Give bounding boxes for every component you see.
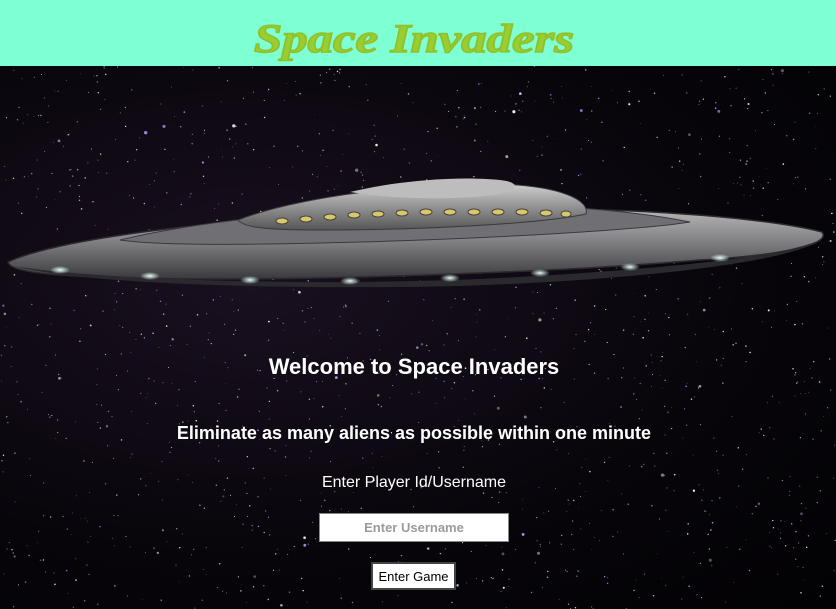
ufo-icon	[7, 178, 824, 288]
tagline-text: Eliminate as many aliens as possible wit…	[176, 423, 652, 443]
username-label-text: Enter Player Id/Username	[321, 474, 507, 491]
username-input[interactable]	[319, 513, 509, 542]
enter-game-button[interactable]: Enter Game	[371, 562, 456, 590]
page: Space Invaders Welcome to Space Invaders…	[0, 0, 836, 609]
header-bar: Space Invaders	[0, 0, 836, 66]
title-logo: Space Invaders	[252, 18, 578, 62]
welcome-text: Welcome to Space Invaders	[268, 354, 560, 379]
username-label: Enter Player Id/Username	[0, 474, 836, 492]
welcome-heading: Welcome to Space Invaders	[0, 354, 836, 380]
tagline: Eliminate as many aliens as possible wit…	[0, 423, 836, 444]
page-title: Space Invaders	[254, 18, 574, 61]
